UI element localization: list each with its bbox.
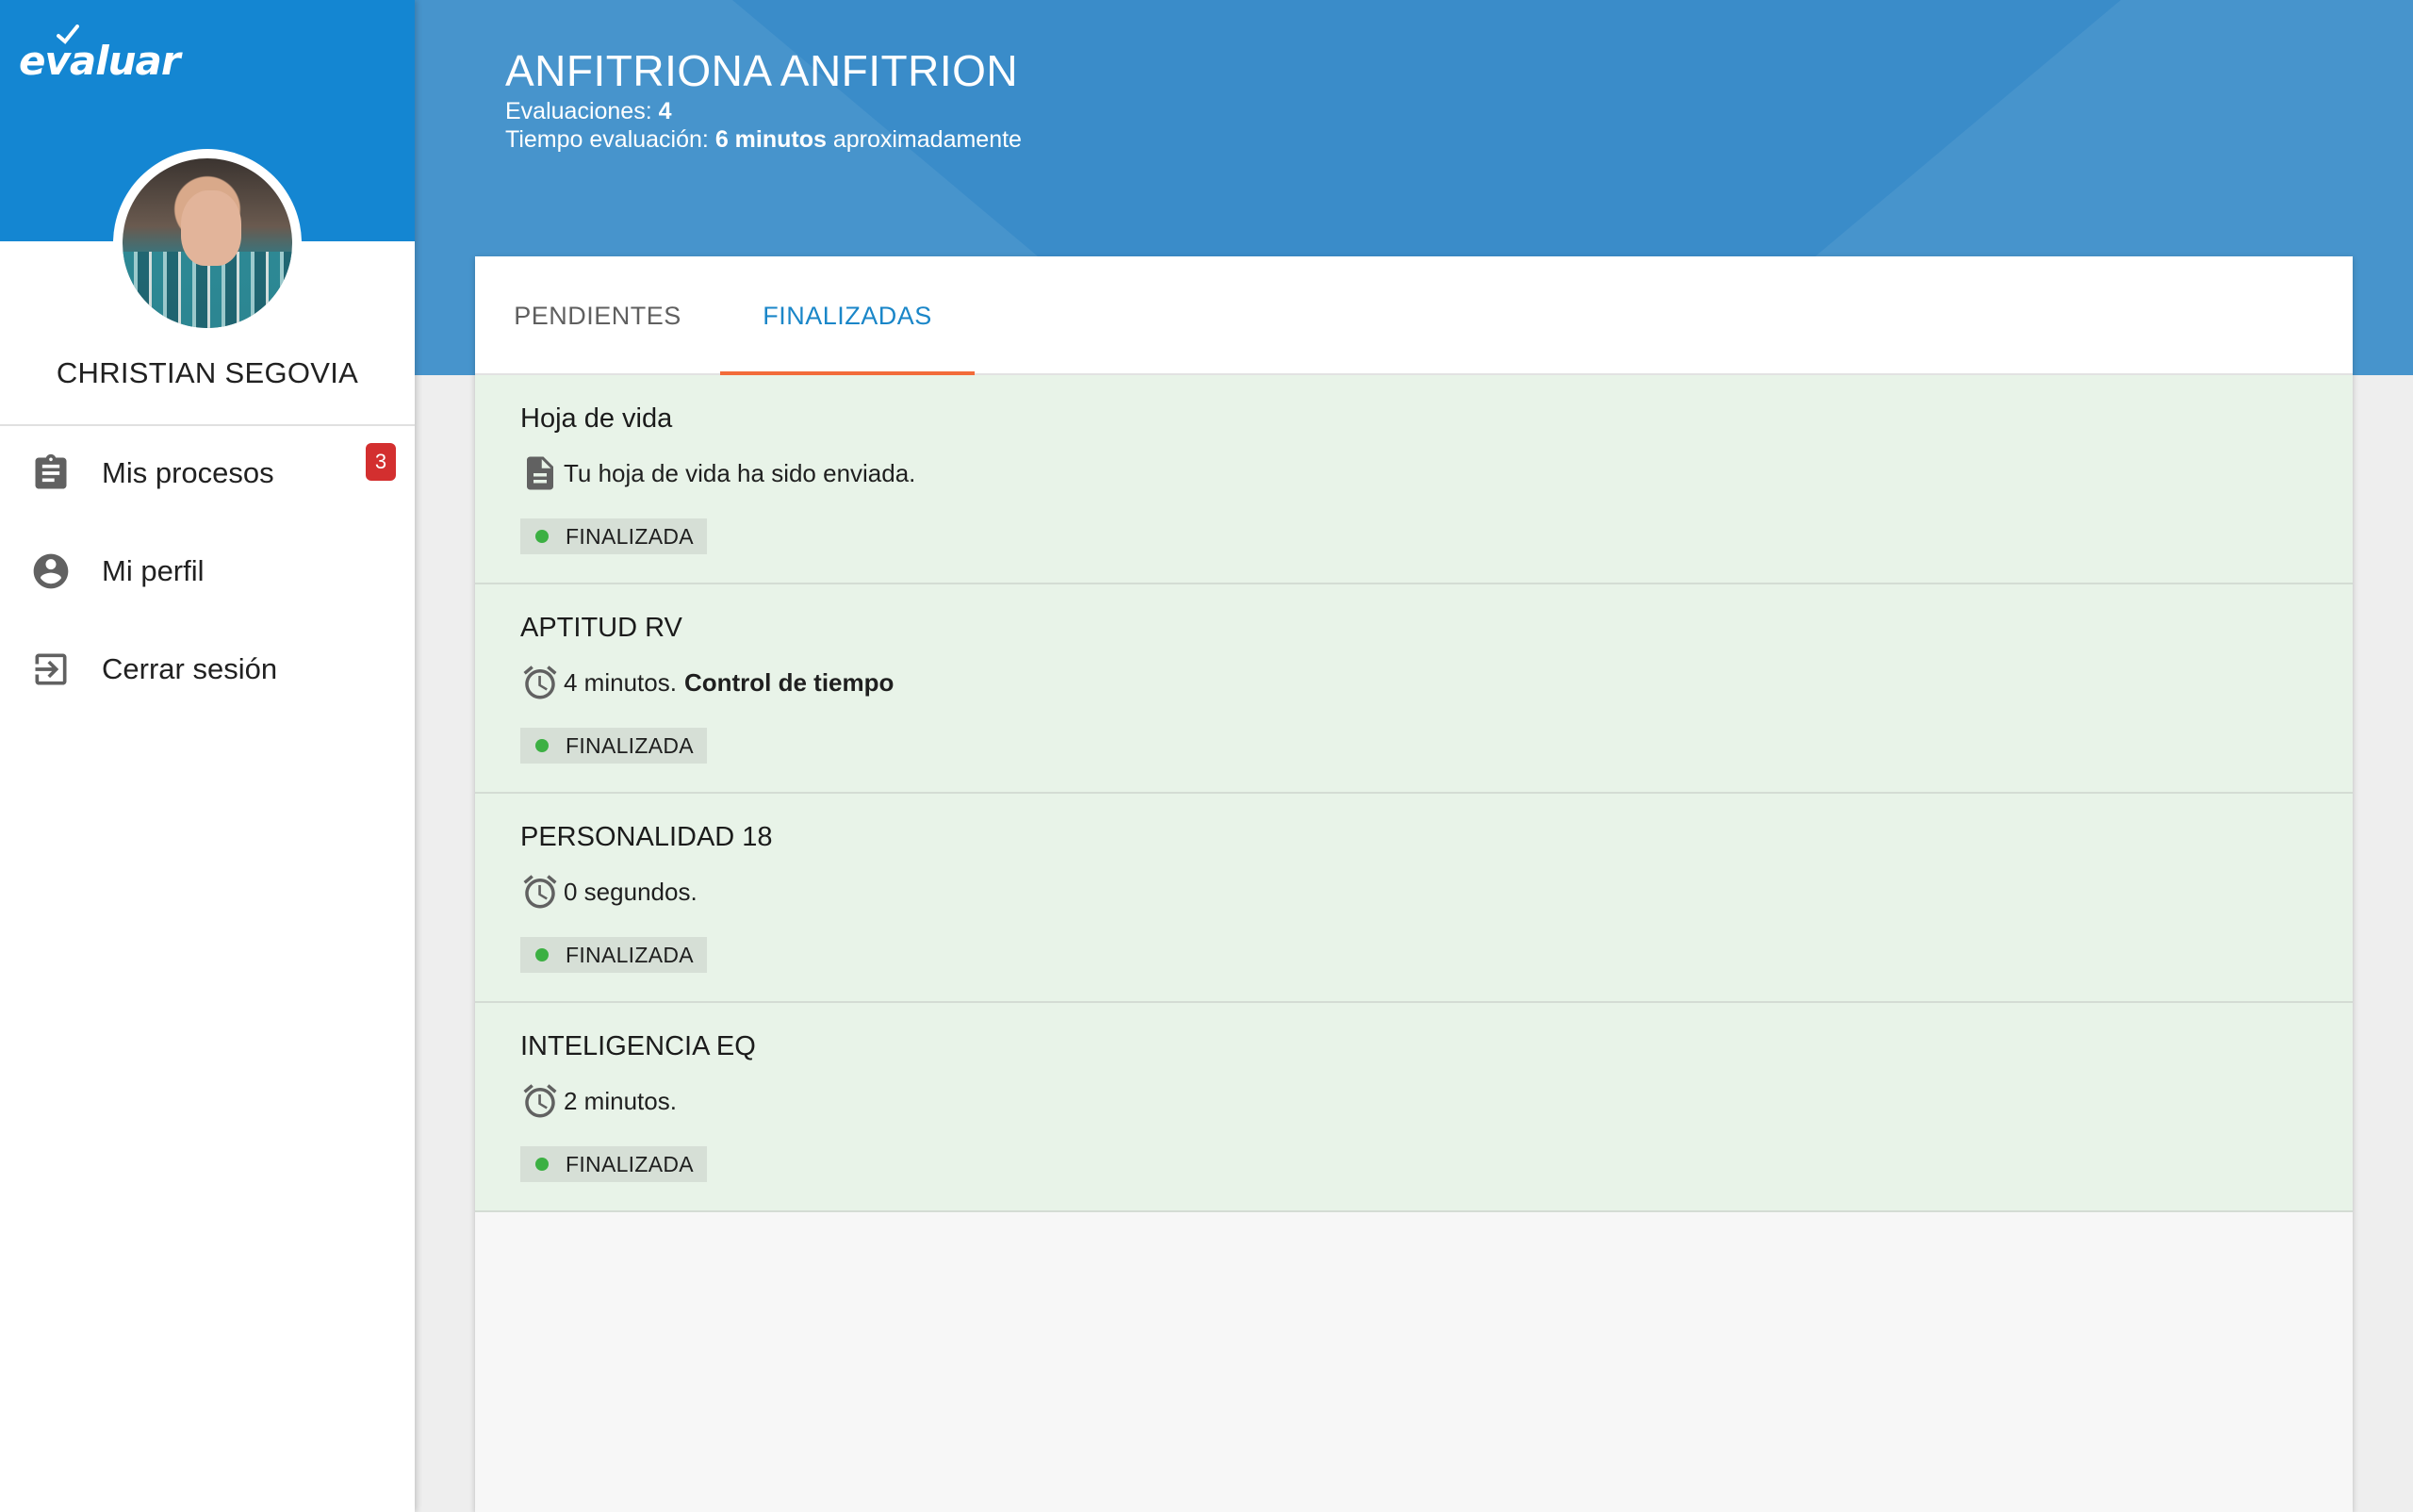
evaluation-item-aptitud-rv[interactable]: APTITUD RV 4 minutos. Control de tiempo … — [475, 584, 2353, 794]
status-dot — [535, 1158, 549, 1171]
evaluation-item-personalidad-18[interactable]: PERSONALIDAD 18 0 segundos. FINALIZADA — [475, 794, 2353, 1003]
evaluations-value: 4 — [658, 98, 672, 124]
page-title: ANFITRIONA ANFITRION — [505, 46, 1019, 95]
status-label: FINALIZADA — [566, 523, 694, 549]
status-dot — [535, 739, 549, 752]
account-circle-icon — [33, 553, 69, 589]
status-label: FINALIZADA — [566, 1151, 694, 1176]
status-label: FINALIZADA — [566, 942, 694, 967]
sidebar-item-label: Mis procesos — [102, 456, 274, 489]
evaluations-label: Evaluaciones: — [505, 98, 652, 124]
evaluation-meta: 0 segundos. — [520, 871, 698, 912]
logo-text: evaluar — [19, 38, 181, 84]
evaluation-time: 4 minutos. — [564, 667, 677, 697]
status-dot — [535, 948, 549, 961]
document-icon — [527, 456, 553, 490]
evaluation-item-hoja-de-vida[interactable]: Hoja de vida Tu hoja de vida ha sido env… — [475, 375, 2353, 584]
evaluations-card: PENDIENTES FINALIZADAS Hoja de vida Tu h… — [475, 256, 2353, 1512]
evaluation-time: 0 segundos. — [564, 877, 698, 906]
evaluar-logo[interactable]: evaluar — [19, 25, 181, 84]
sidebar-item-mi-perfil[interactable]: Mi perfil — [0, 524, 415, 618]
time-label: Tiempo evaluación: — [505, 126, 709, 153]
avatar[interactable] — [113, 149, 302, 337]
status-badge: FINALIZADA — [520, 937, 707, 973]
user-name: CHRISTIAN SEGOVIA — [56, 356, 359, 389]
evaluation-meta: Tu hoja de vida ha sido enviada. — [520, 452, 915, 494]
tab-bar: PENDIENTES FINALIZADAS — [475, 256, 2353, 375]
evaluation-meta: 2 minutos. — [520, 1080, 677, 1122]
evaluation-time: 2 minutos. — [564, 1086, 677, 1115]
evaluation-meta: 4 minutos. Control de tiempo — [520, 662, 894, 703]
sidebar: evaluar CHRISTIAN SEGOVIA Mis procesos 3… — [0, 0, 415, 1512]
status-badge: FINALIZADA — [520, 518, 707, 554]
status-badge: FINALIZADA — [520, 728, 707, 764]
evaluation-title: Hoja de vida — [520, 403, 673, 434]
tab-pendientes[interactable]: PENDIENTES — [475, 256, 720, 375]
status-label: FINALIZADA — [566, 732, 694, 758]
avatar-photo — [123, 158, 292, 328]
clipboard-icon — [35, 453, 67, 489]
evaluation-text: Tu hoja de vida ha sido enviada. — [564, 458, 916, 487]
alarm-clock-icon — [523, 666, 557, 699]
evaluation-title: PERSONALIDAD 18 — [520, 822, 773, 852]
sidebar-item-label: Mi perfil — [102, 554, 205, 587]
evaluations-count: Evaluaciones: 4 — [505, 98, 672, 125]
time-suffix: aproximadamente — [832, 126, 1022, 153]
evaluation-title: APTITUD RV — [520, 613, 682, 643]
evaluation-time: Tiempo evaluación: 6 minutos aproximadam… — [505, 126, 1022, 154]
evaluation-item-inteligencia-eq[interactable]: INTELIGENCIA EQ 2 minutos. FINALIZADA — [475, 1003, 2353, 1212]
time-value: 6 minutos — [714, 126, 827, 153]
status-badge: FINALIZADA — [520, 1146, 707, 1182]
sidebar-item-cerrar-sesion[interactable]: Cerrar sesión — [0, 622, 415, 716]
sidebar-item-mis-procesos[interactable]: Mis procesos — [0, 426, 415, 520]
sidebar-item-label: Cerrar sesión — [102, 652, 278, 685]
evaluation-title: INTELIGENCIA EQ — [520, 1031, 756, 1061]
notification-badge: 3 — [366, 443, 396, 481]
time-control-label: Control de tiempo — [683, 667, 895, 697]
tab-finalizadas[interactable]: FINALIZADAS — [720, 256, 975, 375]
logout-icon — [35, 653, 67, 685]
status-dot — [535, 530, 549, 543]
alarm-clock-icon — [523, 875, 557, 909]
logo-check-icon — [57, 25, 79, 44]
alarm-clock-icon — [523, 1084, 557, 1118]
